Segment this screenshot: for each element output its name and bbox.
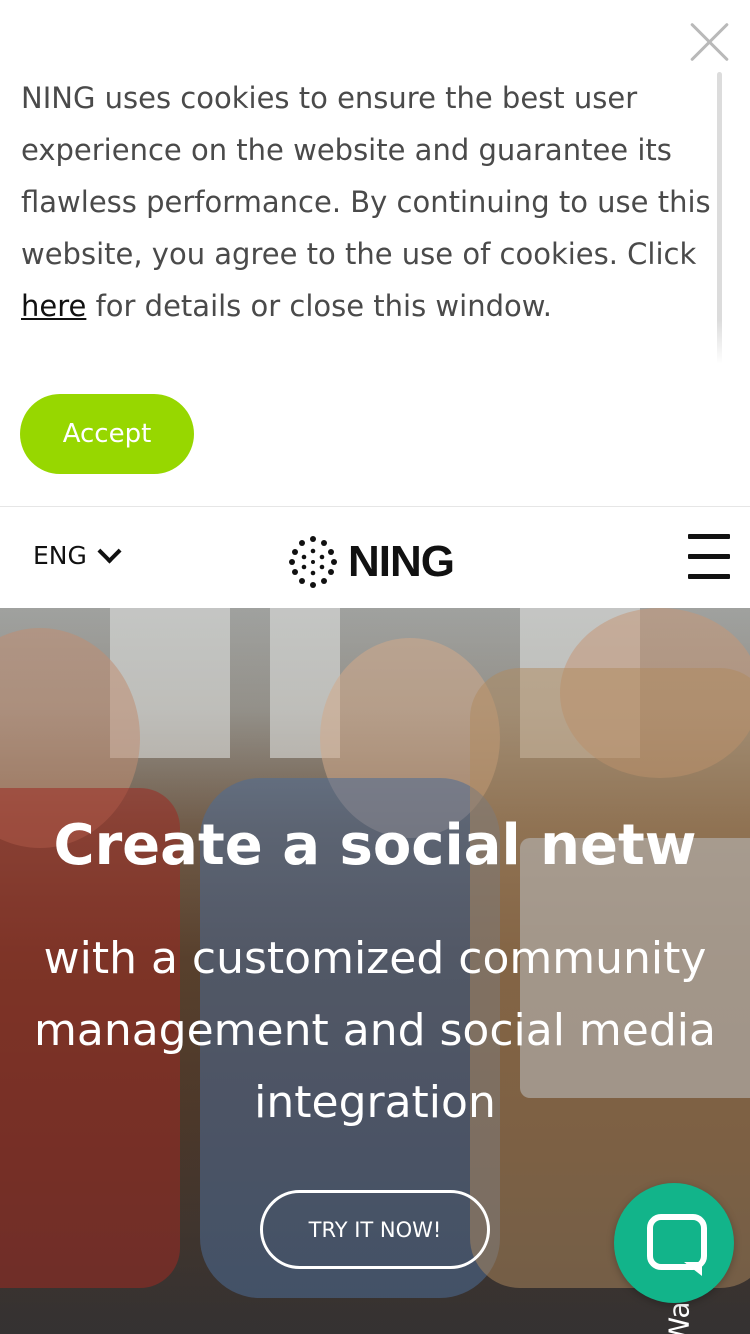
- cookie-banner: NING uses cookies to ensure the best use…: [0, 0, 750, 507]
- language-label: ENG: [33, 541, 87, 570]
- accept-button[interactable]: Accept: [20, 394, 194, 474]
- cookie-text-before: NING uses cookies to ensure the best use…: [21, 81, 711, 271]
- cookie-text-after: for details or close this window.: [86, 289, 553, 323]
- cookie-message: NING uses cookies to ensure the best use…: [21, 72, 711, 332]
- ning-logo[interactable]: NING: [286, 535, 455, 589]
- cookie-details-link[interactable]: here: [21, 289, 86, 323]
- logo-text: NING: [348, 537, 455, 586]
- try-it-now-button[interactable]: TRY IT NOW!: [260, 1190, 490, 1269]
- chat-icon-tail: [684, 1262, 702, 1276]
- hero-title: Create a social netw: [53, 813, 697, 878]
- chat-button[interactable]: [614, 1183, 734, 1303]
- site-header: ENG NING: [0, 507, 750, 608]
- chevron-down-icon: [97, 539, 122, 564]
- hamburger-menu-icon[interactable]: [688, 534, 730, 580]
- ning-logo-icon: [289, 536, 337, 588]
- close-icon[interactable]: [686, 16, 734, 64]
- language-selector[interactable]: ENG: [33, 539, 122, 570]
- cookie-scrollbar[interactable]: [717, 72, 722, 364]
- hero-subtitle: with a customized community management a…: [34, 933, 716, 1128]
- hero-section: Create a social netw with a customized c…: [0, 608, 750, 1334]
